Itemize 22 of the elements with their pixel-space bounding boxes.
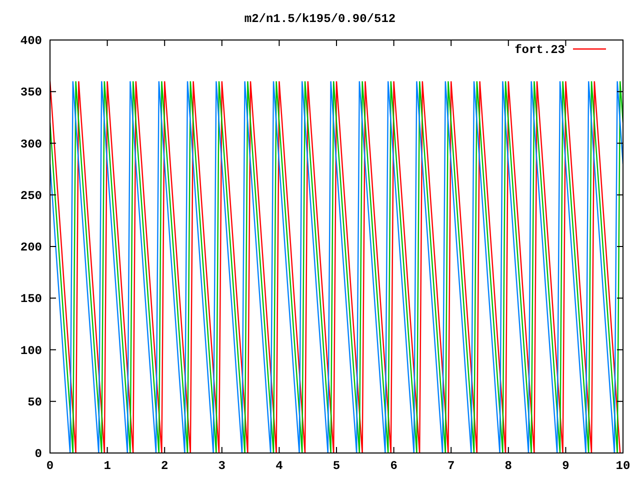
y-tick-label: 400 — [20, 34, 42, 48]
x-tick-label: 4 — [276, 459, 283, 473]
y-tick-label: 0 — [34, 447, 42, 461]
legend-label: fort.23 — [514, 43, 565, 57]
x-tick-label: 10 — [616, 459, 630, 473]
y-tick-label: 300 — [20, 137, 42, 152]
y-tick-label: 250 — [20, 188, 42, 203]
x-tick-label: 3 — [218, 459, 226, 473]
x-tick-label: 6 — [390, 459, 398, 473]
y-tick-label: 100 — [20, 344, 42, 358]
x-tick-label: 0 — [46, 459, 54, 473]
y-tick-label: 200 — [20, 240, 42, 254]
y-tick-label: 350 — [20, 86, 42, 100]
x-tick-label: 7 — [448, 459, 455, 473]
chart-title: m2/n1.5/k195/0.90/512 — [244, 12, 396, 26]
x-tick-label: 1 — [104, 459, 111, 473]
x-tick-label: 8 — [504, 459, 512, 473]
x-tick-label: 9 — [562, 459, 570, 473]
y-tick-label: 150 — [20, 292, 42, 306]
x-tick-label: 5 — [332, 459, 340, 473]
y-tick-label: 50 — [28, 395, 42, 410]
x-tick-label: 2 — [161, 459, 168, 473]
